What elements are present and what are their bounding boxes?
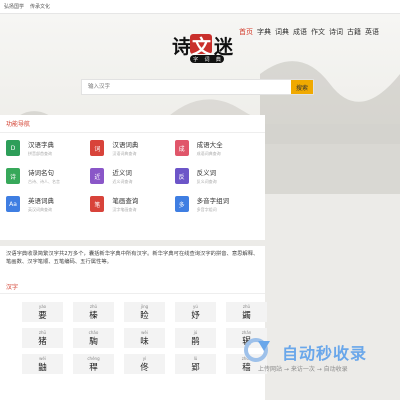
char-cell[interactable]: yì 佟 — [124, 354, 165, 374]
tile-name: 英语词典 — [28, 197, 54, 205]
tile-desc: 近义词查询 — [112, 179, 133, 184]
function-tile[interactable]: 诗诗词名句古诗、诗人、名言 — [6, 167, 90, 185]
function-tile[interactable]: 反反义词反义词查询 — [174, 167, 259, 185]
char-hanzi: 騊 — [89, 336, 98, 347]
site-logo[interactable]: 诗 文 迷 字 词 典 — [172, 32, 236, 66]
function-tile[interactable]: 多多音字组词 多音字组词 — [174, 195, 259, 213]
char-cell[interactable]: yú 妤 — [175, 302, 216, 322]
nav-cidian[interactable]: 词典 — [275, 27, 289, 37]
function-nav-panel: 功能导航 D 汉语字典 拼音部首查询词汉语词典 汉语词典查询成成语大全 成语词典查询诗诗… — [0, 115, 265, 240]
char-cell[interactable]: zhǔ 榛 — [73, 302, 114, 322]
char-cell[interactable]: chéng 稈 — [73, 354, 114, 374]
nav-zidian[interactable]: 字典 — [257, 27, 271, 37]
tile-desc: 汉语词典查询 — [112, 151, 137, 156]
logo-pill-3: 典 — [215, 56, 221, 63]
tile-icon: Aa — [6, 196, 20, 212]
tile-name: 汉语词典 — [112, 141, 139, 149]
char-hanzi: 蠲 — [242, 310, 251, 321]
tile-name: 笔画查询 — [112, 197, 139, 205]
main-nav: 首页 字典 词典 成语 作文 诗词 古籍 英语 — [239, 27, 383, 37]
tile-name: 诗词名句 — [28, 169, 54, 177]
tile-icon: 诗 — [6, 168, 20, 184]
logo-pill-1: 字 — [193, 56, 199, 63]
watermark-title: 自动秒收录 — [282, 344, 368, 363]
tile-desc: 古诗、诗人、名言 — [28, 179, 60, 184]
char-hanzi: 要 — [38, 310, 47, 321]
logo-subtitle: 字 词 典 — [190, 55, 224, 63]
intro-text: 汉语字典收录简繁汉字共2万多个，囊括新华字典中所有汉字。新华字典可在线查询汉字的… — [6, 251, 259, 265]
char-cell[interactable]: jú 鹃 — [175, 328, 216, 348]
char-hanzi: 味 — [140, 336, 149, 347]
tile-desc: 拼音部首查询 — [28, 151, 52, 156]
watermark: 自动秒收录 上传网站 → 来访一次 → 自动收录 — [238, 336, 400, 380]
tile-desc: 英汉词典查询 — [28, 207, 52, 212]
top-bar: 弘扬国学 传承文化 — [0, 0, 400, 14]
search-button[interactable]: 搜索 — [291, 80, 313, 94]
function-tile[interactable]: Aa 英语词典英汉词典查询 — [6, 195, 90, 213]
tile-icon: 反 — [174, 168, 189, 184]
char-cell[interactable]: lǔ 郢 — [175, 354, 216, 374]
tile-icon: 近 — [90, 168, 105, 184]
nav-zuowen[interactable]: 作文 — [311, 27, 325, 37]
tile-icon: 笔 — [90, 196, 105, 212]
function-tile[interactable]: 成成语大全成语词典查询 — [174, 139, 259, 157]
char-cell[interactable]: chǎo 騊 — [73, 328, 114, 348]
search-input[interactable] — [82, 80, 291, 94]
nav-guji[interactable]: 古籍 — [347, 27, 361, 37]
tile-desc: 反义词查询 — [196, 179, 217, 184]
topbar-link-1[interactable]: 弘扬国学 — [4, 3, 24, 10]
chars-panel: 汉字 yào 要 zhǔ 榛 jìng 睑 yú 妤 zhǔ 蠲 zhū 猪 chǎo 騊 wèi 味 jú 鹃 z… — [0, 282, 267, 400]
function-tile[interactable]: 词汉语词典汉语词典查询 — [90, 139, 174, 157]
char-cell[interactable]: wéi 鼬 — [22, 354, 63, 374]
tile-desc: 多音字组词 — [196, 207, 217, 212]
function-tile[interactable]: 笔笔画查询汉字笔画查询 — [90, 195, 174, 213]
tile-desc: 成语词典查询 — [196, 151, 221, 156]
tile-name: 近义词 — [112, 169, 132, 177]
char-hanzi: 榛 — [89, 310, 98, 321]
logo-pill-2: 词 — [204, 56, 210, 63]
function-grid: D 汉语字典 拼音部首查询词汉语词典 汉语词典查询成成语大全 成语词典查询诗诗词名句 古诗… — [0, 133, 265, 219]
char-hanzi: 妤 — [191, 310, 200, 321]
char-hanzi: 佟 — [140, 362, 149, 373]
char-hanzi: 郢 — [191, 362, 200, 373]
nav-english[interactable]: 英语 — [365, 27, 379, 37]
char-hanzi: 鹃 — [191, 336, 200, 347]
search-bar: 搜索 — [81, 79, 314, 95]
tile-icon: 成 — [174, 140, 189, 156]
watermark-subtitle: 上传网站 → 来访一次 → 自动收录 — [258, 366, 348, 373]
char-cell[interactable]: zhǔ 蠲 — [226, 302, 267, 322]
char-cell[interactable]: wèi 味 — [124, 328, 165, 348]
chars-title: 汉字 — [0, 282, 265, 294]
tile-name: 反义词 — [196, 169, 217, 177]
function-nav-title: 功能导航 — [0, 115, 265, 133]
tile-icon: 词 — [90, 140, 105, 156]
char-hanzi: 睑 — [140, 310, 149, 321]
char-hanzi: 鼬 — [38, 362, 47, 373]
topbar-link-2[interactable]: 传承文化 — [30, 3, 50, 10]
char-grid: yào 要 zhǔ 榛 jìng 睑 yú 妤 zhǔ 蠲 zhū 猪 chǎo 騊 wèi 味 jú 鹃 zhǎn… — [0, 294, 267, 374]
tile-desc: 汉字笔画查询 — [112, 207, 137, 212]
nav-home[interactable]: 首页 — [239, 27, 253, 37]
char-cell[interactable]: yào 要 — [22, 302, 63, 322]
tile-icon: D — [6, 140, 20, 156]
char-cell[interactable]: zhū 猪 — [22, 328, 63, 348]
char-cell[interactable]: jìng 睑 — [124, 302, 165, 322]
watermark-logo-icon — [244, 338, 270, 362]
tile-name: 成语大全 — [196, 141, 223, 149]
nav-chengyu[interactable]: 成语 — [293, 27, 307, 37]
char-hanzi: 稈 — [89, 362, 98, 373]
tile-name: 汉语字典 — [28, 141, 54, 149]
nav-shici[interactable]: 诗词 — [329, 27, 343, 37]
tile-icon: 多 — [174, 196, 189, 212]
tile-name: 多音字组词 — [196, 197, 230, 205]
logo-char-1: 诗 — [172, 36, 192, 58]
function-tile[interactable]: D 汉语字典拼音部首查询 — [6, 139, 90, 157]
char-hanzi: 猪 — [38, 336, 47, 347]
function-tile[interactable]: 近近义词近义词查询 — [90, 167, 174, 185]
